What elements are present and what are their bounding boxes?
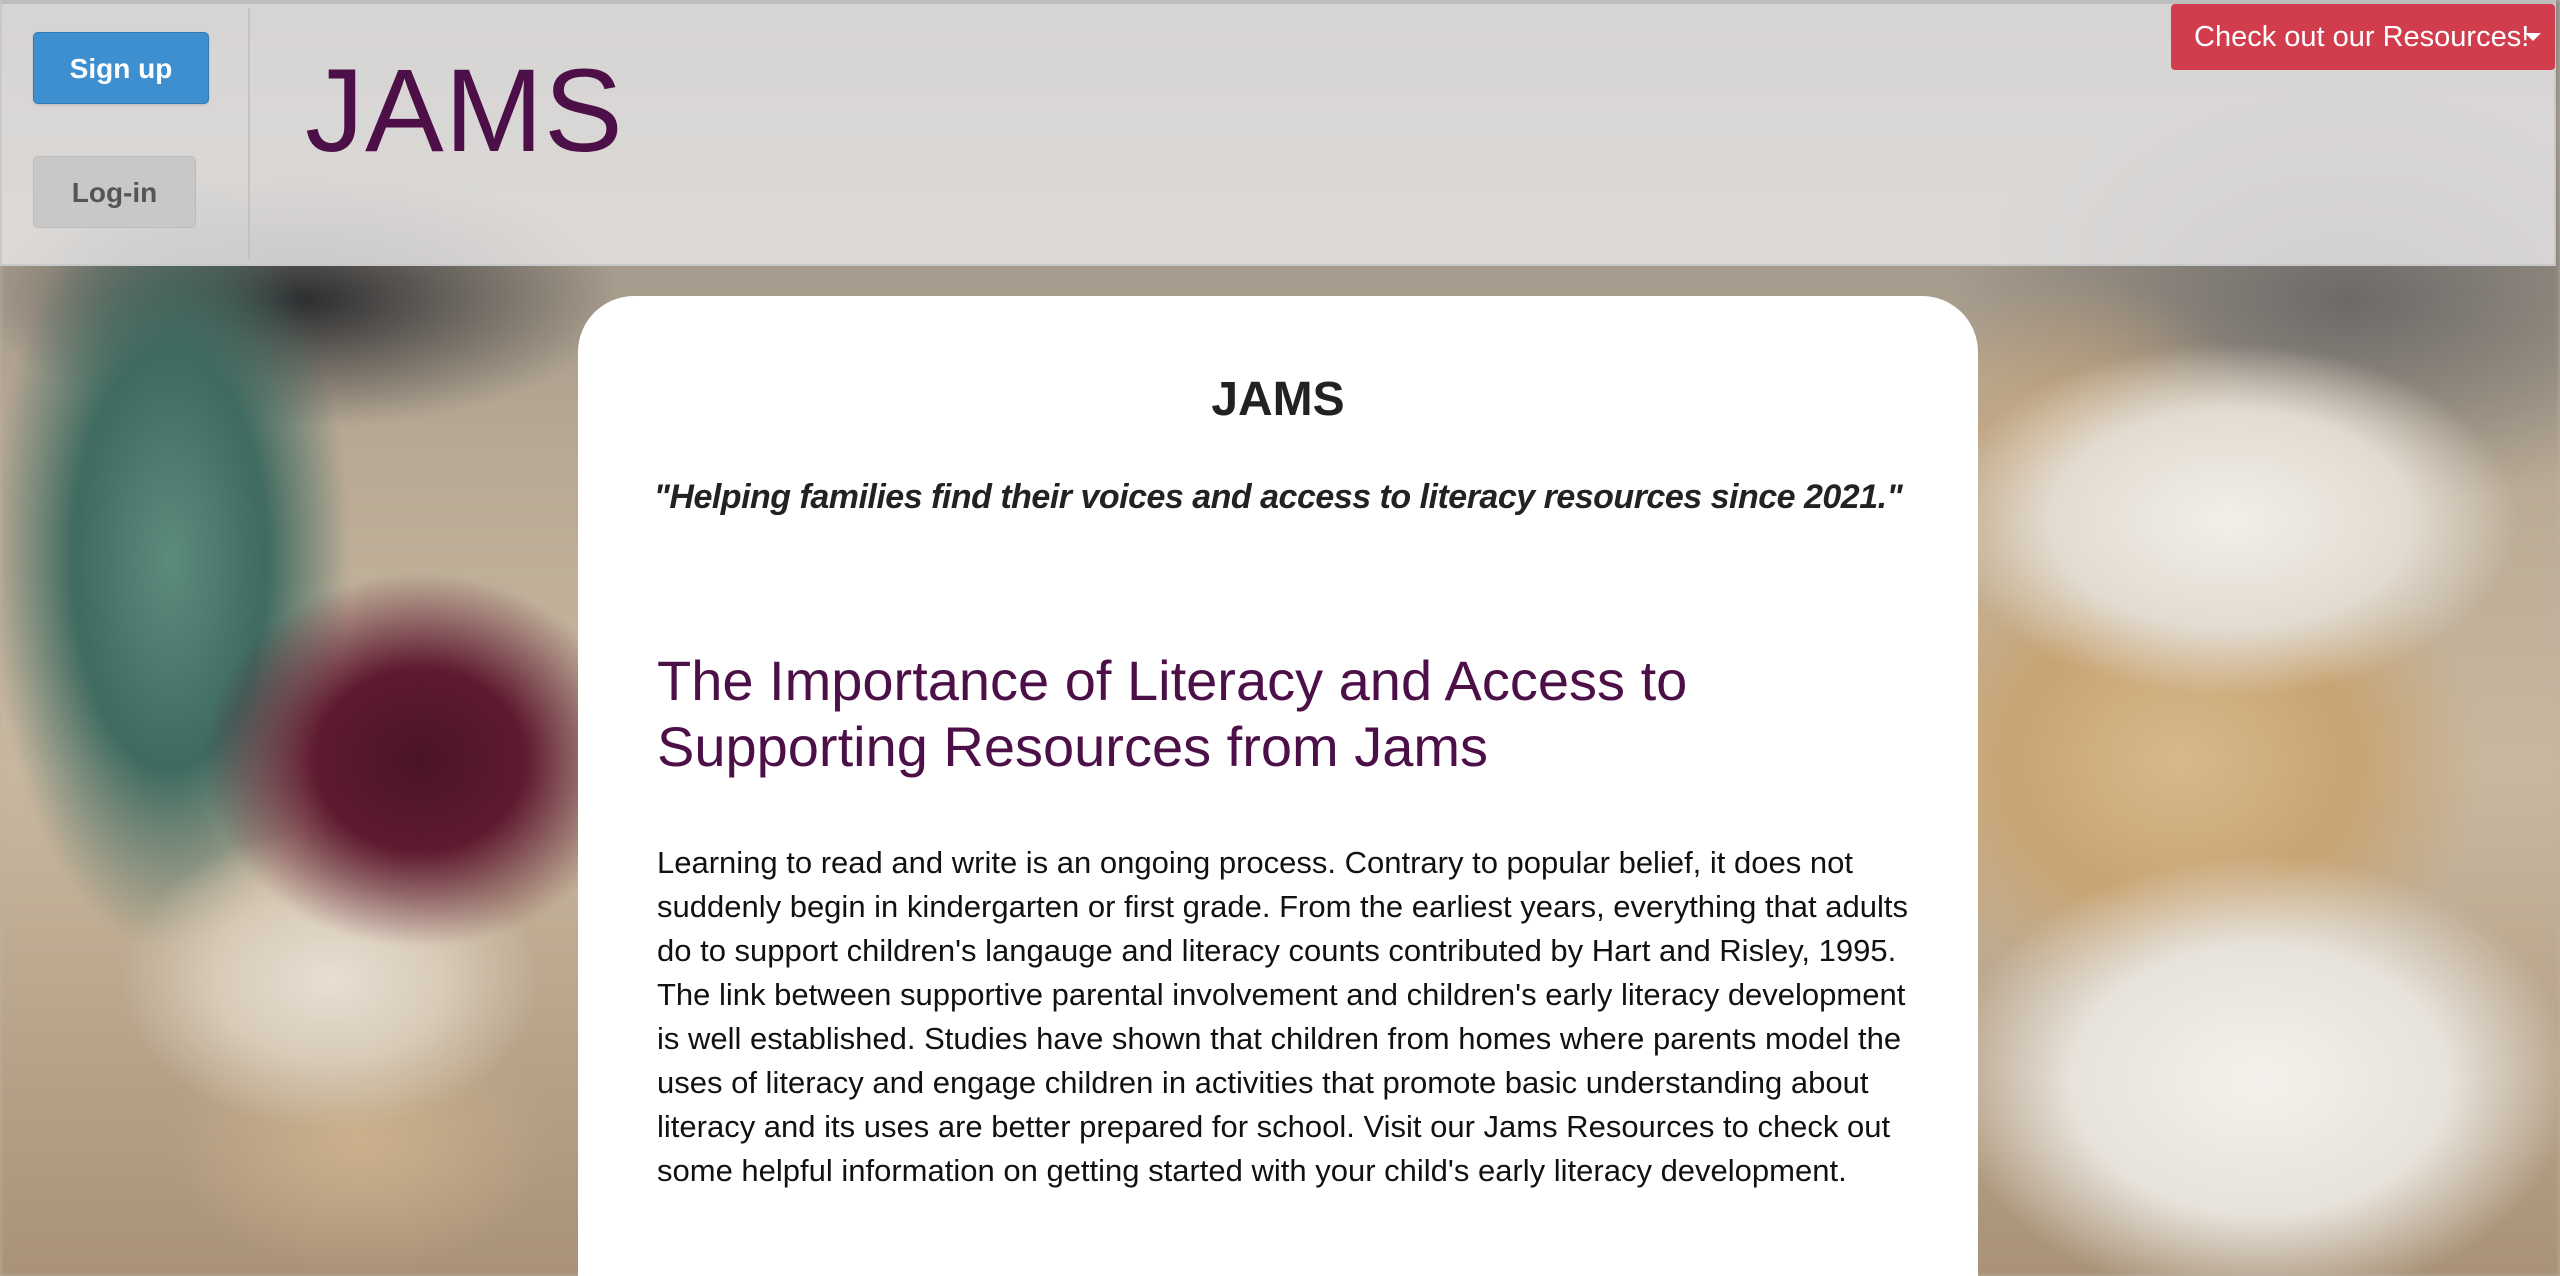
resources-dropdown-label: Check out our Resources! <box>2194 21 2530 53</box>
page-title: JAMS <box>1211 373 1345 426</box>
section-heading: The Importance of Literacy and Access to… <box>657 649 1688 778</box>
caret-down-icon <box>2525 33 2541 41</box>
body-paragraph: Learning to read and write is an ongoing… <box>657 845 1908 1188</box>
tagline: "Helping families find their voices and … <box>653 478 1903 516</box>
signup-button[interactable]: Sign up <box>33 32 209 104</box>
login-button[interactable]: Log-in <box>33 156 196 228</box>
site-title[interactable]: JAMS <box>305 52 624 170</box>
content-card: JAMS "Helping families find their voices… <box>578 296 1978 1276</box>
header-divider <box>248 8 250 260</box>
resources-dropdown-button[interactable]: Check out our Resources! <box>2171 4 2555 70</box>
